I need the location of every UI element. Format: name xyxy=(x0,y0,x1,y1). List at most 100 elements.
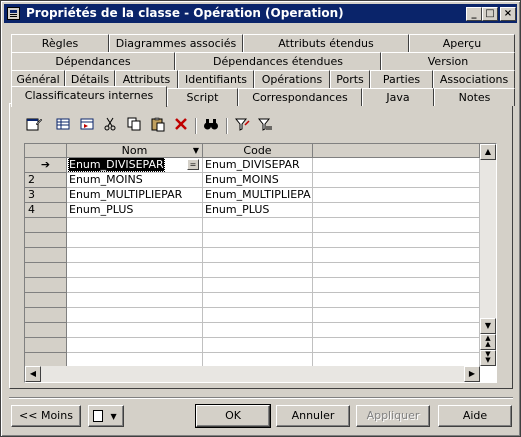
cell-code[interactable]: Enum_PLUS xyxy=(203,203,313,218)
cell-empty xyxy=(313,233,480,248)
cell-empty xyxy=(313,173,480,188)
cell-nom[interactable] xyxy=(67,218,203,233)
find-icon[interactable] xyxy=(202,116,220,134)
scroll-left-button[interactable]: ◀ xyxy=(25,366,41,382)
cell-nom[interactable]: Enum_DIVISEPAR = xyxy=(67,158,203,173)
cell-nom[interactable]: Enum_MOINS xyxy=(67,173,203,188)
cut-icon[interactable] xyxy=(101,116,119,134)
scroll-bottom-button[interactable]: ▼ ▼ xyxy=(480,350,496,366)
scroll-top-button[interactable]: ▲ ▲ xyxy=(480,334,496,350)
row-header[interactable] xyxy=(25,263,67,278)
cell-code[interactable] xyxy=(203,293,313,308)
cell-nom[interactable]: Enum_PLUS xyxy=(67,203,203,218)
cell-nom[interactable]: Enum_MULTIPLIEPAR xyxy=(67,188,203,203)
cell-nom[interactable] xyxy=(67,263,203,278)
tab-version[interactable]: Version xyxy=(381,52,515,70)
window-title: Propriétés de la classe - Opération (Ope… xyxy=(26,6,344,20)
cell-nom[interactable] xyxy=(67,248,203,263)
add-row-icon[interactable] xyxy=(54,116,72,134)
close-button[interactable]: × xyxy=(500,7,516,21)
tab-parties[interactable]: Parties xyxy=(370,70,433,88)
list-menu-icon xyxy=(93,410,103,422)
cell-code[interactable] xyxy=(203,218,313,233)
cell-code[interactable] xyxy=(203,248,313,263)
clear-filter-icon[interactable] xyxy=(256,116,274,134)
tab-regles[interactable]: Règles xyxy=(11,34,109,52)
tab-ports[interactable]: Ports xyxy=(330,70,370,88)
cell-code[interactable] xyxy=(203,323,313,338)
row-header[interactable]: 3 xyxy=(25,188,67,203)
cell-nom[interactable] xyxy=(67,293,203,308)
tab-identifiants[interactable]: Identifiants xyxy=(178,70,254,88)
row-header[interactable] xyxy=(25,218,67,233)
row-header[interactable]: 4 xyxy=(25,203,67,218)
row-header[interactable] xyxy=(25,293,67,308)
ok-button[interactable]: OK xyxy=(195,404,271,428)
column-header-code[interactable]: Code xyxy=(203,144,313,158)
tab-operations[interactable]: Opérations xyxy=(254,70,330,88)
tab-attributs-etendus[interactable]: Attributs étendus xyxy=(243,34,409,52)
cell-code[interactable] xyxy=(203,233,313,248)
classifier-grid[interactable]: Nom ▼ Code ➔ Enum_DIVISEPAR = Enum_DIVISEPA… xyxy=(24,143,497,383)
tab-classificateurs-internes[interactable]: Classificateurs internes xyxy=(11,86,167,107)
row-header[interactable] xyxy=(25,338,67,353)
tab-diagrammes-associes[interactable]: Diagrammes associés xyxy=(109,34,243,52)
cell-empty xyxy=(313,278,480,293)
copy-icon[interactable] xyxy=(125,116,143,134)
tab-java[interactable]: Java xyxy=(362,88,434,106)
column-header-nom-label: Nom xyxy=(121,144,148,157)
tab-notes[interactable]: Notes xyxy=(434,88,515,106)
tab-script[interactable]: Script xyxy=(167,88,238,106)
cell-nom[interactable] xyxy=(67,308,203,323)
delete-icon[interactable] xyxy=(172,116,190,134)
filter-icon[interactable] xyxy=(233,116,251,134)
horizontal-scrollbar[interactable]: ◀ ▶ xyxy=(25,366,480,382)
row-header[interactable] xyxy=(25,323,67,338)
cell-nom[interactable] xyxy=(67,233,203,248)
minimize-button[interactable]: _ xyxy=(466,7,482,21)
column-header-nom[interactable]: Nom ▼ xyxy=(67,144,203,158)
cell-nom[interactable] xyxy=(67,338,203,353)
row-header[interactable]: 2 xyxy=(25,173,67,188)
cancel-button[interactable]: Annuler xyxy=(276,405,350,427)
less-button[interactable]: << Moins xyxy=(11,405,81,427)
cell-code[interactable] xyxy=(203,278,313,293)
row-header[interactable] xyxy=(25,233,67,248)
scroll-down-button[interactable]: ▼ xyxy=(480,318,496,334)
cell-code[interactable]: Enum_MOINS xyxy=(203,173,313,188)
scroll-right-button[interactable]: ▶ xyxy=(464,366,480,382)
tab-correspondances[interactable]: Correspondances xyxy=(238,88,362,106)
sort-dropdown-icon[interactable]: ▼ xyxy=(193,144,199,157)
tab-dependances-etendues[interactable]: Dépendances étendues xyxy=(175,52,381,70)
cell-code[interactable] xyxy=(203,263,313,278)
row-header[interactable] xyxy=(25,278,67,293)
cell-nom[interactable] xyxy=(67,323,203,338)
maximize-button[interactable]: □ xyxy=(482,7,498,21)
insert-row-icon[interactable] xyxy=(78,116,96,134)
cell-code[interactable]: Enum_MULTIPLIEPA xyxy=(203,188,313,203)
cell-code[interactable] xyxy=(203,308,313,323)
menu-button[interactable]: ▼ xyxy=(88,405,124,427)
row-header[interactable] xyxy=(25,248,67,263)
cell-empty xyxy=(313,188,480,203)
cell-nom-text: Enum_DIVISEPAR xyxy=(68,158,165,172)
paste-icon[interactable] xyxy=(149,116,167,134)
tab-associations[interactable]: Associations xyxy=(433,70,515,88)
apply-button[interactable]: Appliquer xyxy=(356,405,430,427)
scroll-up-button[interactable]: ▲ xyxy=(480,144,496,160)
properties-icon[interactable] xyxy=(25,116,43,134)
cell-edit-button[interactable]: = xyxy=(187,159,199,170)
cell-code[interactable]: Enum_DIVISEPAR xyxy=(203,158,313,173)
tab-apercu[interactable]: Aperçu xyxy=(409,34,515,52)
cell-empty xyxy=(313,218,480,233)
cell-code[interactable] xyxy=(203,338,313,353)
cell-empty xyxy=(313,158,480,173)
help-button[interactable]: Aide xyxy=(438,405,512,427)
title-bar[interactable]: Propriétés de la classe - Opération (Ope… xyxy=(4,4,517,23)
tab-dependances[interactable]: Dépendances xyxy=(11,52,175,70)
vertical-scrollbar[interactable]: ▲ ▼ ▲ ▲ ▼ ▼ xyxy=(480,144,496,366)
row-header[interactable] xyxy=(25,308,67,323)
chevron-down-icon: ▼ xyxy=(110,412,117,421)
row-header[interactable]: ➔ xyxy=(25,158,67,173)
cell-nom[interactable] xyxy=(67,278,203,293)
